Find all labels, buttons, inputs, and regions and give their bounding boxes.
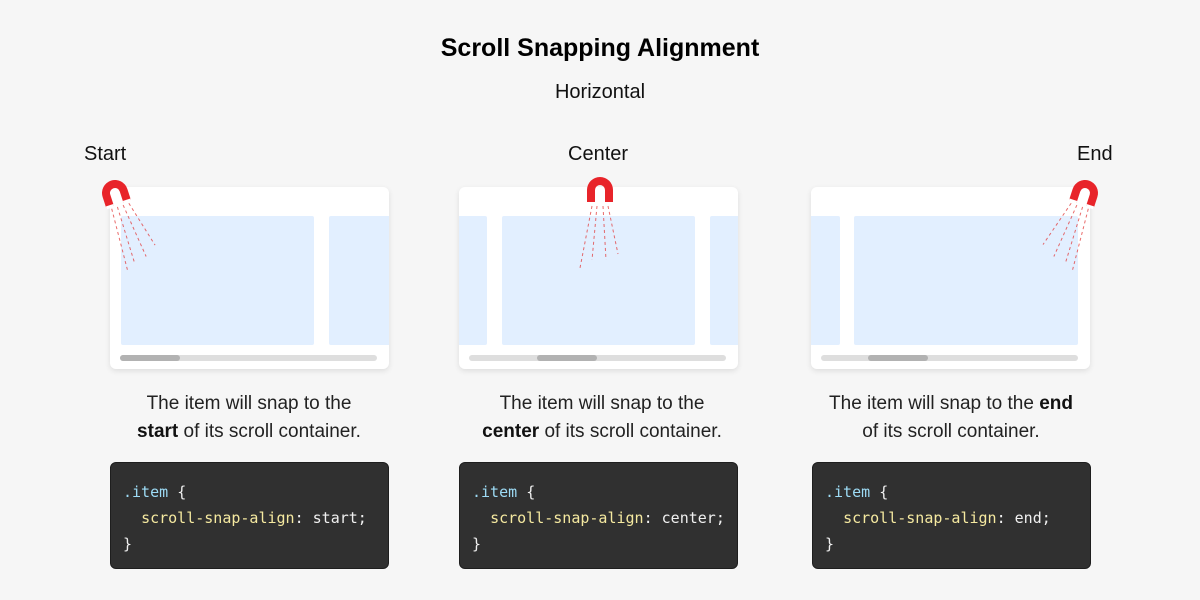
code-brace: } — [472, 535, 482, 553]
label-center: Center — [568, 143, 629, 165]
label-end: End — [1077, 143, 1113, 165]
label-start: Start — [84, 143, 127, 165]
code-selector: .item — [472, 483, 518, 501]
code-brace: { — [879, 483, 889, 501]
code-colon: : — [643, 509, 653, 527]
description-text: of its scroll container. — [544, 421, 722, 442]
code-value: start; — [312, 509, 367, 527]
code-brace: } — [825, 535, 835, 553]
description-keyword: start — [137, 421, 179, 442]
scrollbar-track[interactable] — [120, 355, 377, 361]
code-block-center: .item { scroll-snap-align: center; } — [459, 462, 738, 569]
description-text: The item will snap to the — [829, 393, 1034, 414]
description-start: The item will snap to the start of its s… — [79, 390, 419, 446]
page-subtitle: Horizontal — [554, 81, 646, 103]
scrollbar-thumb[interactable] — [537, 355, 597, 361]
page-title: Scroll Snapping Alignment — [440, 34, 760, 62]
description-text: of its scroll container. — [862, 421, 1040, 442]
code-colon: : — [294, 509, 304, 527]
magnet-icon — [102, 180, 156, 272]
code-block-start: .item { scroll-snap-align: start; } — [110, 462, 389, 569]
description-center: The item will snap to the center of its … — [432, 390, 772, 446]
scrollbar-thumb[interactable] — [120, 355, 180, 361]
scrollbar-track[interactable] — [469, 355, 726, 361]
description-keyword: center — [482, 421, 540, 442]
code-value: center; — [661, 509, 725, 527]
code-brace: } — [123, 535, 133, 553]
snap-item — [459, 216, 487, 345]
code-brace: { — [526, 483, 536, 501]
scrollbar-track[interactable] — [821, 355, 1078, 361]
magnet-icon — [1042, 180, 1098, 272]
snap-item — [329, 216, 389, 345]
code-value: end; — [1014, 509, 1051, 527]
code-selector: .item — [123, 483, 169, 501]
description-text: The item will snap to the — [146, 393, 352, 414]
code-brace: { — [177, 483, 187, 501]
code-colon: : — [996, 509, 1006, 527]
magnet-icon — [579, 177, 619, 269]
snap-item — [710, 216, 738, 345]
scrollbar-thumb[interactable] — [868, 355, 928, 361]
code-property: scroll-snap-align — [141, 509, 295, 527]
description-end: The item will snap to the end of its scr… — [781, 390, 1121, 446]
code-property: scroll-snap-align — [843, 509, 997, 527]
description-text: The item will snap to the — [499, 393, 705, 414]
description-text: of its scroll container. — [183, 421, 361, 442]
code-selector: .item — [825, 483, 871, 501]
code-property: scroll-snap-align — [490, 509, 644, 527]
description-keyword: end — [1039, 393, 1073, 414]
code-block-end: .item { scroll-snap-align: end; } — [812, 462, 1091, 569]
snap-item — [811, 216, 840, 345]
